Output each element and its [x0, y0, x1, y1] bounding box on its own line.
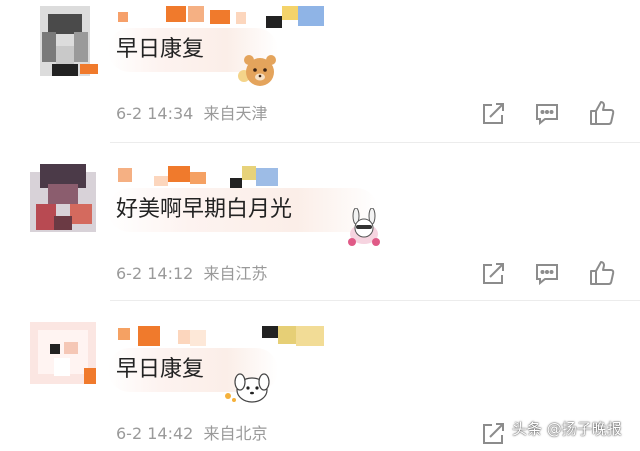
share-icon[interactable]: [480, 421, 506, 447]
username-mosaic[interactable]: [118, 6, 328, 28]
avatar[interactable]: [30, 6, 98, 76]
comment-meta: 6-2 14:34 来自天津: [116, 104, 268, 124]
comment-text: 早日康复: [116, 37, 205, 62]
username-mosaic[interactable]: [118, 164, 328, 190]
divider: [110, 142, 640, 143]
comment-meta: 6-2 14:42 来自北京: [116, 424, 268, 444]
comment-time: 6-2 14:34: [116, 104, 194, 123]
comment-item-2: 好美啊早期白月光 6-2 14:12 来自江苏: [0, 150, 640, 300]
dog-sticker-icon: [222, 366, 270, 406]
avatar[interactable]: [30, 164, 98, 232]
username-mosaic[interactable]: [118, 324, 328, 346]
comment-location: 来自北京: [203, 424, 268, 443]
comment-text: 早日康复: [116, 357, 205, 382]
comment-location: 来自天津: [203, 104, 268, 123]
comment-text: 好美啊早期白月光: [116, 197, 293, 222]
thumbs-up-icon[interactable]: [588, 259, 615, 285]
bear-sticker-icon: [234, 50, 278, 90]
avatar[interactable]: [30, 318, 98, 386]
rabbit-sticker-icon: [342, 207, 386, 248]
watermark: 头条 @扬子晚报: [512, 420, 622, 438]
divider: [110, 300, 640, 301]
comment-time: 6-2 14:12: [116, 264, 194, 283]
comment-icon[interactable]: [534, 101, 560, 127]
share-icon[interactable]: [480, 261, 506, 287]
comment-time: 6-2 14:42: [116, 424, 194, 443]
comment-meta: 6-2 14:12 来自江苏: [116, 264, 268, 284]
comment-location: 来自江苏: [203, 264, 268, 283]
comment-item-1: 早日康复 6-2 14:34 来自天津: [0, 0, 640, 140]
comment-icon[interactable]: [534, 261, 560, 287]
thumbs-up-icon[interactable]: [588, 99, 615, 125]
share-icon[interactable]: [480, 101, 506, 127]
